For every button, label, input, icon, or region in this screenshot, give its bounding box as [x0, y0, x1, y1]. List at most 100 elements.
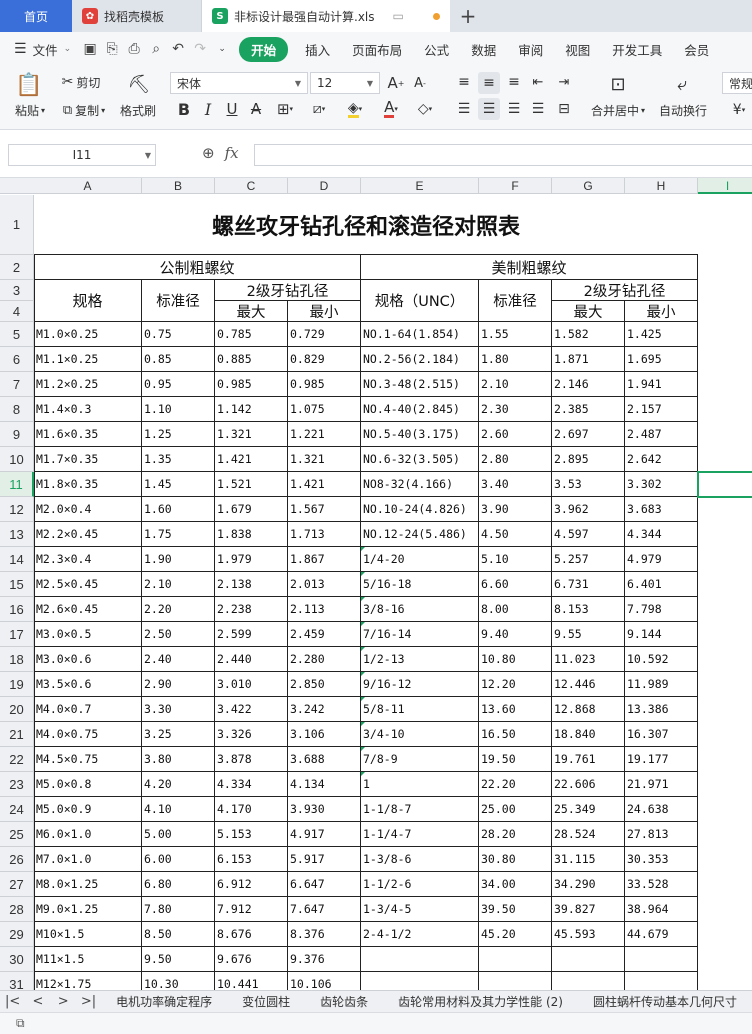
indent-decrease-icon[interactable]: ⇤: [528, 72, 548, 92]
table-cell[interactable]: 6.80: [142, 872, 215, 897]
table-cell[interactable]: 1.075: [288, 397, 361, 422]
fill-color-icon[interactable]: ◈ ▾: [340, 98, 370, 120]
table-cell[interactable]: 0.785: [215, 322, 288, 347]
menu-review[interactable]: 审阅: [507, 40, 554, 59]
table-cell[interactable]: 1.695: [625, 347, 698, 372]
table-cell[interactable]: 3.878: [215, 747, 288, 772]
table-cell[interactable]: 3.90: [479, 497, 552, 522]
print-icon[interactable]: ⎙: [123, 41, 145, 57]
row-header[interactable]: 31: [0, 972, 34, 990]
table-cell[interactable]: 0.95: [142, 372, 215, 397]
table-cell[interactable]: 10.106: [288, 972, 361, 990]
table-cell[interactable]: 2.385: [552, 397, 625, 422]
table-cell[interactable]: 1.941: [625, 372, 698, 397]
print-preview-icon[interactable]: ⌕: [145, 41, 167, 57]
row-header[interactable]: 21: [0, 722, 34, 747]
table-cell[interactable]: 3.930: [288, 797, 361, 822]
row-header[interactable]: 5: [0, 322, 34, 347]
table-cell[interactable]: 7/8-9: [361, 747, 479, 772]
menu-file[interactable]: ☰ 文件 ⌄: [0, 40, 79, 59]
table-cell[interactable]: 25.00: [479, 797, 552, 822]
table-cell[interactable]: M1.1×0.25: [34, 347, 142, 372]
next-sheet-icon[interactable]: >: [51, 994, 76, 1009]
table-cell[interactable]: [552, 947, 625, 972]
table-cell[interactable]: M2.5×0.45: [34, 572, 142, 597]
table-cell[interactable]: 2.138: [215, 572, 288, 597]
table-cell[interactable]: 1.60: [142, 497, 215, 522]
column-header[interactable]: G: [552, 178, 625, 194]
table-cell[interactable]: 2.599: [215, 622, 288, 647]
row-header[interactable]: 18: [0, 647, 34, 672]
table-cell[interactable]: 9.50: [142, 947, 215, 972]
table-cell[interactable]: 2.40: [142, 647, 215, 672]
table-cell[interactable]: 9.55: [552, 622, 625, 647]
std-dia-header[interactable]: 标准径: [142, 280, 215, 322]
table-cell[interactable]: 2.697: [552, 422, 625, 447]
table-cell[interactable]: 5.917: [288, 847, 361, 872]
table-cell[interactable]: 1.35: [142, 447, 215, 472]
table-cell[interactable]: 6.153: [215, 847, 288, 872]
active-cell-selection[interactable]: [697, 471, 752, 498]
menu-home[interactable]: 开始: [239, 36, 289, 62]
table-cell[interactable]: 1.321: [215, 422, 288, 447]
macro-record-icon[interactable]: ⧉: [16, 1016, 25, 1031]
table-cell[interactable]: M7.0×1.0: [34, 847, 142, 872]
table-cell[interactable]: M1.0×0.25: [34, 322, 142, 347]
row-header[interactable]: 16: [0, 597, 34, 622]
menu-data[interactable]: 数据: [460, 40, 507, 59]
table-cell[interactable]: 4.170: [215, 797, 288, 822]
format-painter-icon[interactable]: ⛏: [126, 70, 152, 98]
table-cell[interactable]: 2.10: [142, 572, 215, 597]
table-cell[interactable]: 16.50: [479, 722, 552, 747]
table-cell[interactable]: 4.917: [288, 822, 361, 847]
table-cell[interactable]: 24.638: [625, 797, 698, 822]
column-header[interactable]: I: [698, 178, 752, 194]
more-chevron-icon[interactable]: ⌄: [211, 44, 233, 54]
table-cell[interactable]: NO8-32(4.166): [361, 472, 479, 497]
table-cell[interactable]: 5.00: [142, 822, 215, 847]
undo-icon[interactable]: ↶: [167, 41, 189, 57]
row-header[interactable]: 17: [0, 622, 34, 647]
table-cell[interactable]: 9.676: [215, 947, 288, 972]
table-cell[interactable]: 2.90: [142, 672, 215, 697]
column-header[interactable]: C: [215, 178, 288, 194]
table-cell[interactable]: 4.334: [215, 772, 288, 797]
row-header[interactable]: 6: [0, 347, 34, 372]
copy-button[interactable]: ⧉ 复制 ▾: [56, 100, 112, 120]
max-header[interactable]: 最大: [215, 301, 288, 322]
table-cell[interactable]: 12.20: [479, 672, 552, 697]
table-cell[interactable]: 9.144: [625, 622, 698, 647]
table-cell[interactable]: 1.713: [288, 522, 361, 547]
row-header[interactable]: 4: [0, 301, 34, 322]
table-cell[interactable]: 1.679: [215, 497, 288, 522]
min-header[interactable]: 最小: [288, 301, 361, 322]
row-header[interactable]: 14: [0, 547, 34, 572]
table-cell[interactable]: 5/8-11: [361, 697, 479, 722]
table-cell[interactable]: 8.153: [552, 597, 625, 622]
table-cell[interactable]: 1.838: [215, 522, 288, 547]
row-header[interactable]: 20: [0, 697, 34, 722]
spec-header[interactable]: 规格: [34, 280, 142, 322]
table-cell[interactable]: 1.421: [288, 472, 361, 497]
table-cell[interactable]: 1.45: [142, 472, 215, 497]
row-header[interactable]: 13: [0, 522, 34, 547]
table-cell[interactable]: 3.30: [142, 697, 215, 722]
distributed-icon[interactable]: ⊟: [554, 98, 574, 120]
table-cell[interactable]: 28.524: [552, 822, 625, 847]
table-cell[interactable]: M5.0×0.8: [34, 772, 142, 797]
table-cell[interactable]: 18.840: [552, 722, 625, 747]
table-cell[interactable]: 1.10: [142, 397, 215, 422]
row-header[interactable]: 24: [0, 797, 34, 822]
table-cell[interactable]: 39.50: [479, 897, 552, 922]
sheet-tab[interactable]: 齿轮齿条: [305, 993, 383, 1010]
table-cell[interactable]: NO.5-40(3.175): [361, 422, 479, 447]
table-cell[interactable]: 6.00: [142, 847, 215, 872]
table-cell[interactable]: NO.10-24(4.826): [361, 497, 479, 522]
table-cell[interactable]: 2-4-1/2: [361, 922, 479, 947]
table-cell[interactable]: NO.12-24(5.486): [361, 522, 479, 547]
table-cell[interactable]: 19.50: [479, 747, 552, 772]
decrease-font-icon[interactable]: A-: [410, 72, 430, 94]
table-cell[interactable]: 7.798: [625, 597, 698, 622]
table-cell[interactable]: M6.0×1.0: [34, 822, 142, 847]
table-cell[interactable]: 3.326: [215, 722, 288, 747]
